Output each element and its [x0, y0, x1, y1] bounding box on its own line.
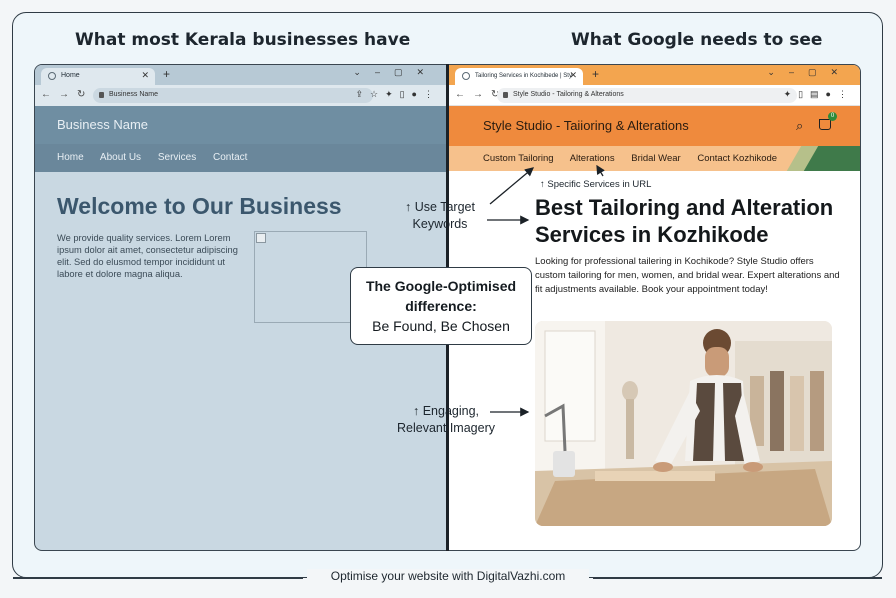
footer-rule-left — [13, 577, 303, 579]
footer-rule-right — [593, 577, 882, 579]
arrow-to-nav — [489, 167, 534, 205]
footer-cta: Optimise your website with DigitalVazhi.… — [307, 569, 589, 583]
arrow-to-url — [596, 164, 605, 177]
annotation-arrows — [487, 164, 605, 417]
